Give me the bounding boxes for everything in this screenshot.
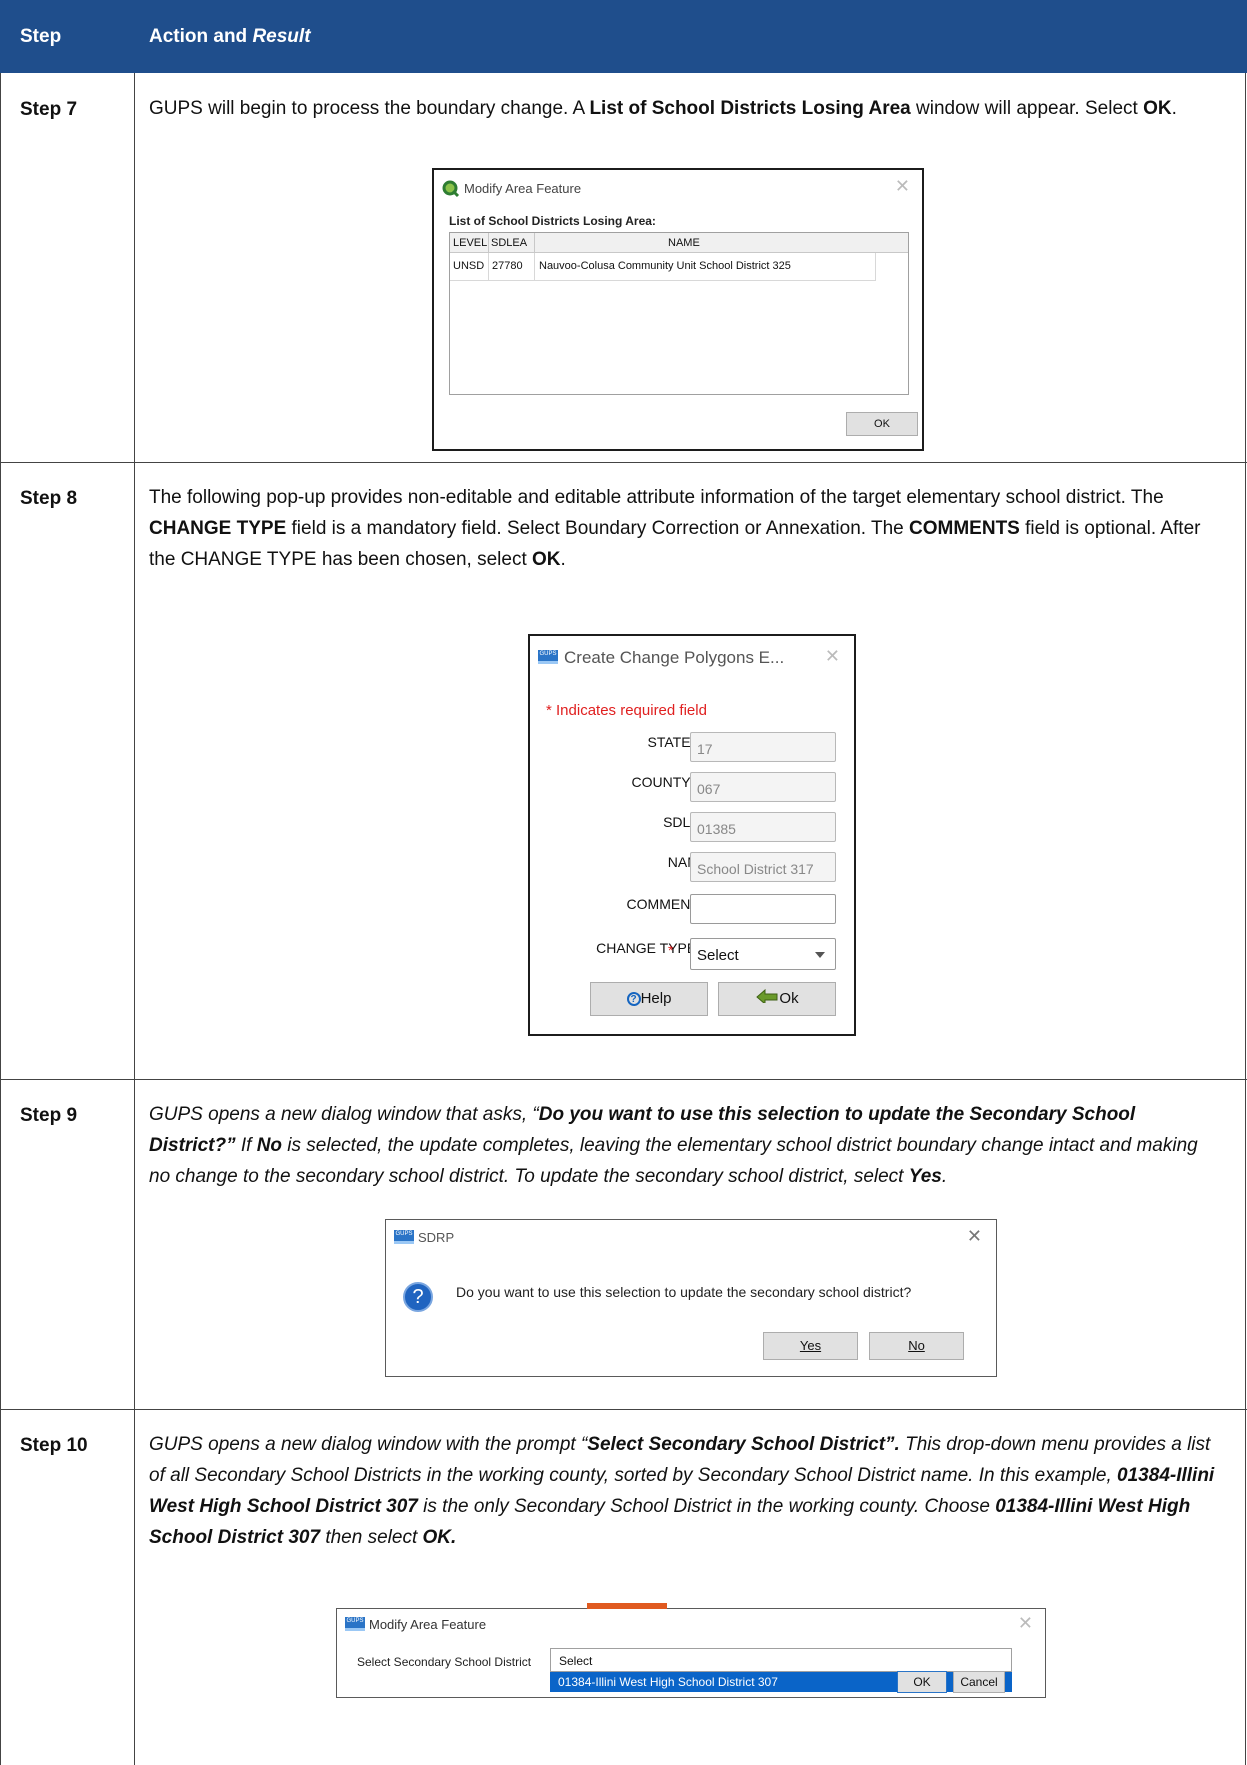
comments-input[interactable]	[690, 894, 836, 924]
table-header: Step Action and Result	[0, 0, 1247, 73]
close-icon[interactable]: ✕	[967, 1226, 982, 1247]
countyfp-input: 067	[690, 772, 836, 802]
dialog-titlebar: GUPS SDRP ✕	[386, 1220, 996, 1254]
gups-icon: GUPS	[538, 650, 558, 664]
field-label: Select Secondary School District	[357, 1655, 532, 1669]
name-input: School District 317	[690, 852, 836, 882]
cancel-button[interactable]: Cancel	[953, 1671, 1005, 1693]
required-mark: *	[668, 942, 674, 958]
close-icon[interactable]: ✕	[1018, 1613, 1033, 1634]
ok-arrow-icon	[755, 983, 779, 1015]
table-row[interactable]: UNSD 27780 Nauvoo-Colusa Community Unit …	[450, 253, 876, 281]
qgis-icon	[442, 180, 460, 201]
table-head: LEVEL SDLEA NAME	[450, 233, 908, 253]
step-text: GUPS will begin to process the boundary …	[149, 98, 1177, 119]
col-level: LEVEL	[453, 237, 488, 249]
step-text: GUPS opens a new dialog window with the …	[149, 1434, 1215, 1548]
step-text: The following pop-up provides non-editab…	[149, 487, 1201, 570]
secondary-district-select[interactable]: Select	[550, 1648, 1012, 1672]
gups-icon: GUPS	[394, 1230, 414, 1244]
dialog-titlebar: GUPS Modify Area Feature ✕	[337, 1609, 1045, 1639]
col-name: NAME	[668, 237, 700, 249]
sdrp-dialog: GUPS SDRP ✕ ? Do you want to use this se…	[385, 1219, 997, 1377]
column-divider	[134, 73, 135, 1765]
chevron-down-icon	[815, 952, 825, 958]
step-label: Step 8	[20, 488, 78, 509]
sdlea-input: 01385	[690, 812, 836, 842]
row-divider	[0, 1409, 1247, 1410]
ok-button[interactable]: Ok	[718, 982, 836, 1016]
table-border-left	[0, 73, 1, 1765]
table-border-right	[1245, 73, 1246, 1765]
dialog-title: Modify Area Feature	[369, 1617, 487, 1632]
ok-button[interactable]: OK	[897, 1671, 947, 1693]
step-label: Step 7	[20, 99, 78, 120]
no-button[interactable]: No	[869, 1332, 964, 1360]
col-sdlea: SDLEA	[491, 237, 528, 249]
dialog-titlebar: Modify Area Feature ✕	[434, 170, 922, 206]
row-divider	[0, 1079, 1247, 1080]
yes-button[interactable]: Yes	[763, 1332, 858, 1360]
header-step: Step	[20, 26, 62, 47]
close-icon[interactable]: ✕	[895, 176, 910, 197]
dialog-title: Modify Area Feature	[464, 181, 582, 196]
step-text: GUPS opens a new dialog window that asks…	[149, 1104, 1198, 1187]
ok-button[interactable]: OK	[846, 412, 918, 436]
select-secondary-dialog: GUPS Modify Area Feature ✕ Select Second…	[336, 1603, 1046, 1698]
help-button[interactable]: ? Help	[590, 982, 708, 1016]
help-icon: ?	[626, 992, 641, 1007]
dialog-title: SDRP	[418, 1230, 455, 1245]
close-icon[interactable]: ✕	[825, 646, 840, 667]
question-icon: ?	[403, 1282, 433, 1312]
required-note: * Indicates required field	[546, 702, 707, 719]
list-heading: List of School Districts Losing Area:	[449, 214, 656, 228]
create-change-polygons-dialog: GUPS Create Change Polygons E... ✕ * Ind…	[528, 634, 856, 1036]
dialog-title: Create Change Polygons E...	[564, 648, 785, 667]
dialog-titlebar: GUPS Create Change Polygons E... ✕	[530, 636, 854, 682]
header-action-result: Action and Result	[149, 26, 311, 47]
losing-area-table: LEVEL SDLEA NAME UNSD 27780 Nauvoo-Colus…	[449, 232, 909, 395]
statefp-input: 17	[690, 732, 836, 762]
row-divider	[0, 462, 1247, 463]
step-label: Step 10	[20, 1435, 88, 1456]
step-label: Step 9	[20, 1105, 78, 1126]
change-type-select[interactable]: Select	[690, 938, 836, 970]
dialog-message: Do you want to use this selection to upd…	[456, 1284, 912, 1300]
gups-icon: GUPS	[345, 1617, 365, 1631]
list-losing-area-dialog: Modify Area Feature ✕ List of School Dis…	[432, 168, 924, 451]
